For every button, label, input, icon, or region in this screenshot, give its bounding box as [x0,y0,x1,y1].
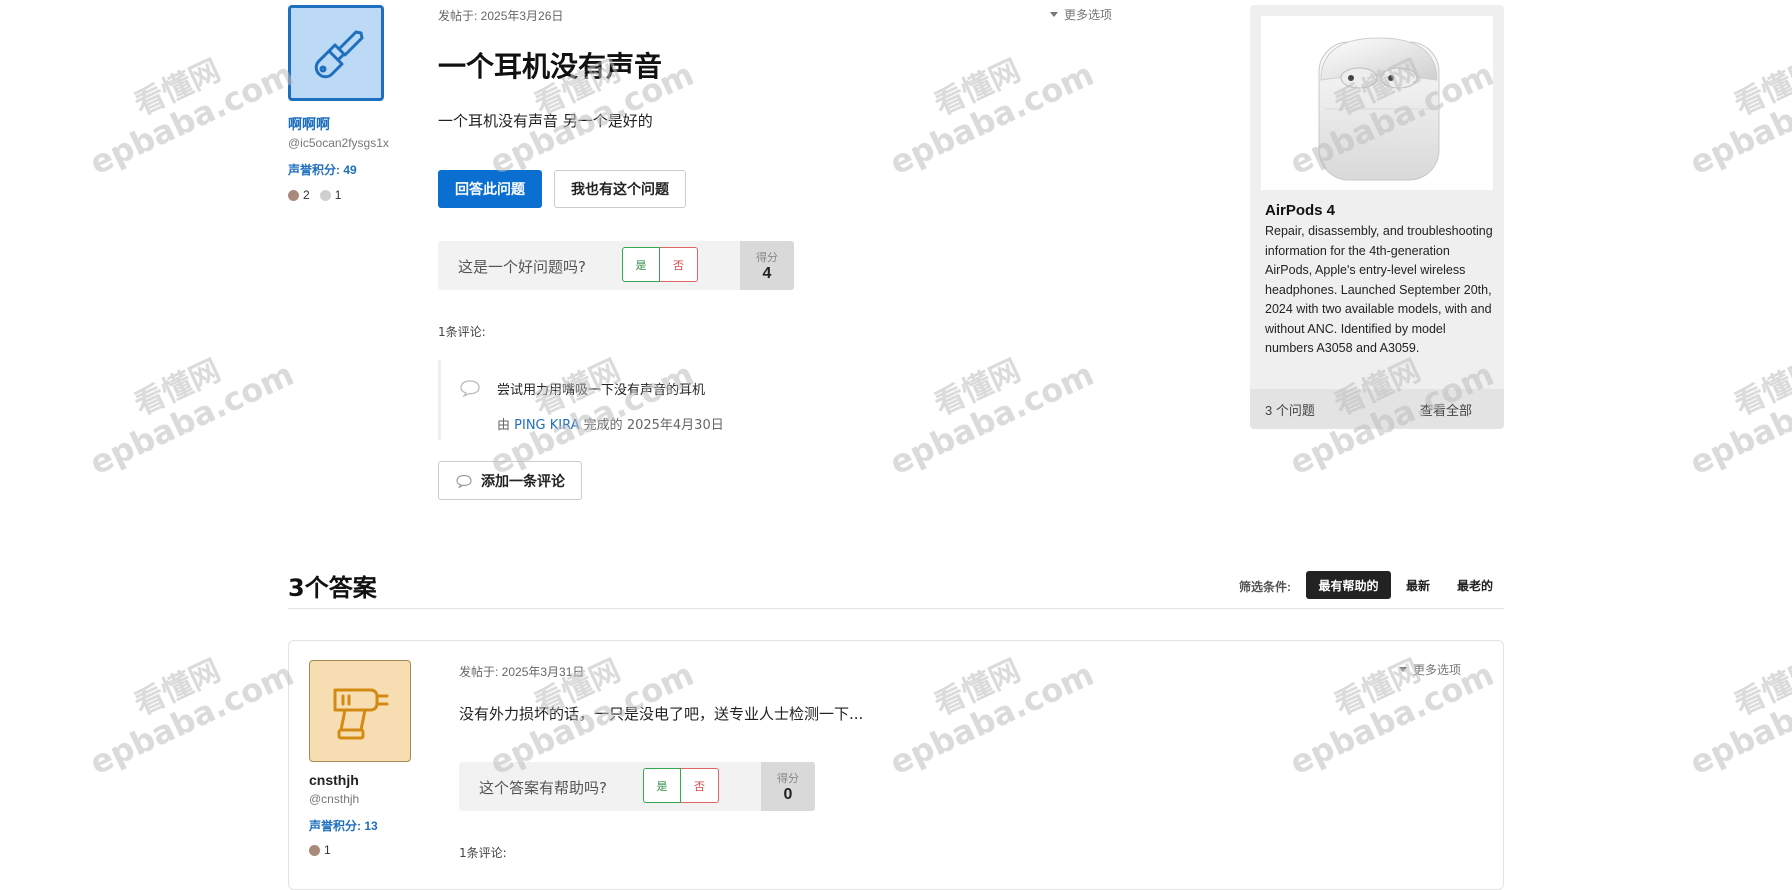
question-title: 一个耳机没有声音 [438,50,663,83]
bronze-badge-icon [309,844,320,856]
chevron-down-icon [1050,12,1058,17]
answer-author-avatar[interactable] [309,660,411,762]
question-posted-date: 发帖于: 2025年3月26日 [438,9,564,23]
same-problem-button[interactable]: 我也有这个问题 [554,170,686,208]
score-label: 得分 [777,772,799,785]
questions-count: 3 个问题 [1265,402,1315,418]
comment-date: 2025年4月30日 [626,418,724,433]
answer-more-options[interactable]: 更多选项 [1399,661,1461,678]
watermark: 看懂网 epbaba.com [84,53,300,183]
question-body: 一个耳机没有声音 另一个是好的 [438,112,653,130]
airpods-case-image [1318,37,1440,181]
answer-vote-prompt: 这个答案有帮助吗? [479,779,607,797]
question-vote-bar: 这是一个好问题吗? 是 否 得分 4 [438,241,794,290]
watermark: 看懂网 epbaba.com [1684,53,1792,183]
answer-author-name[interactable]: cnsthjh [309,772,359,788]
screwdriver-icon [314,30,364,79]
more-options-label: 更多选项 [1064,8,1113,22]
product-title[interactable]: AirPods 4 [1265,202,1335,219]
comment-bubble-icon [460,380,480,397]
score-value: 0 [783,785,793,803]
score-label: 得分 [756,251,778,264]
comment-bubble-icon [456,474,472,488]
question-score: 得分 4 [740,241,794,290]
answers-divider [288,608,1504,609]
more-options-label: 更多选项 [1413,663,1462,677]
answer-posted-date: 发帖于: 2025年3月31日 [459,665,585,679]
watermark: 看懂网 epbaba.com [84,653,300,783]
chevron-down-icon [1399,667,1407,672]
question-comments-count: 1条评论: [438,325,486,339]
question-vote-prompt: 这是一个好问题吗? [458,258,586,276]
view-all-link[interactable]: 查看全部 [1420,400,1472,419]
watermark: 看懂网 epbaba.com [1684,653,1792,783]
comment-by-suffix: 完成的 [583,418,623,433]
filter-oldest[interactable]: 最老的 [1446,571,1504,599]
answer-author-reputation: 声誉积分: 13 [309,819,378,833]
watermark: 看懂网 epbaba.com [1684,353,1792,483]
product-card-footer: 3 个问题 查看全部 [1250,389,1504,429]
question-author-badges: 2 1 [288,188,341,202]
score-value: 4 [762,264,772,282]
bronze-badge-count: 1 [324,843,331,857]
comment-by-prefix: 由 [497,418,511,433]
watermark: 看懂网 epbaba.com [884,353,1100,483]
add-comment-label: 添加一条评论 [481,473,565,490]
question-author-reputation: 声誉积分: 49 [288,163,357,177]
vote-yes-button[interactable]: 是 [643,768,681,803]
question-author-avatar[interactable] [288,5,384,101]
comment-item: 尝试用力用嘴吸一下没有声音的耳机 由 PING KIRA 完成的 2025年4月… [438,360,781,440]
answer-card: cnsthjh @cnsthjh 声誉积分: 13 1 发帖于: 2025年3月… [288,640,1504,890]
answers-heading: 3个答案 [288,574,377,602]
add-comment-button[interactable]: 添加一条评论 [438,461,582,500]
answer-author-badges: 1 [309,843,331,857]
question-more-options[interactable]: 更多选项 [1050,6,1112,23]
answer-comments-count: 1条评论: [459,846,507,860]
comment-meta: 由 PING KIRA 完成的 2025年4月30日 [497,414,724,433]
bronze-badge-icon [288,189,299,201]
comment-author-link[interactable]: PING KIRA [514,418,579,433]
product-image[interactable] [1261,16,1493,190]
question-author-handle: @ic5ocan2fysgs1x [288,136,389,150]
silver-badge-count: 1 [334,188,342,202]
answer-question-button[interactable]: 回答此问题 [438,170,542,208]
watermark: 看懂网 epbaba.com [84,353,300,483]
drill-icon [333,688,389,740]
question-author-name[interactable]: 啊啊啊 [288,114,330,134]
watermark: 看懂网 epbaba.com [884,53,1100,183]
bronze-badge-count: 2 [303,188,310,202]
answer-author-handle: @cnsthjh [309,792,360,806]
product-card[interactable]: AirPods 4 Repair, disassembly, and troub… [1250,5,1504,429]
silver-badge-icon [319,189,331,201]
comment-text: 尝试用力用嘴吸一下没有声音的耳机 [497,383,706,398]
vote-no-button[interactable]: 否 [660,247,698,282]
vote-yes-button[interactable]: 是 [622,247,660,282]
answer-body: 没有外力损坏的话，一只是没电了吧，送专业人士检测一下... [459,705,864,723]
answer-vote-bar: 这个答案有帮助吗? 是 否 得分 0 [459,762,815,811]
filter-most-helpful[interactable]: 最有帮助的 [1306,571,1391,599]
vote-no-button[interactable]: 否 [681,768,719,803]
answer-score: 得分 0 [761,762,815,811]
filter-newest[interactable]: 最新 [1394,571,1442,599]
product-description: Repair, disassembly, and troubleshooting… [1265,224,1493,355]
filter-label: 筛选条件: [1239,580,1291,594]
